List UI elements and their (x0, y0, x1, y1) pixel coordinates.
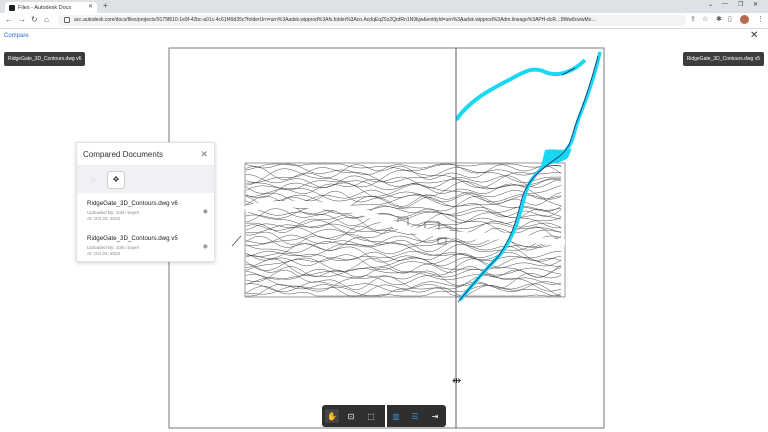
panel-close-icon[interactable]: ✕ (200, 149, 208, 160)
list-item[interactable]: RidgeGate_3D_Contours.dwg v6 Uploaded By… (77, 193, 214, 228)
document-date: At: Oct 24, 2022 (87, 216, 121, 221)
move-icon[interactable]: ✥ (107, 170, 125, 189)
fit-to-view-icon[interactable]: ⊡ (344, 409, 358, 423)
toolbar-divider (385, 405, 387, 427)
side-by-side-icon[interactable]: ▥ (389, 409, 403, 423)
document-name: RidgeGate_3D_Contours.dwg v6 (87, 200, 178, 207)
list-item[interactable]: RidgeGate_3D_Contours.dwg v5 Uploaded By… (77, 228, 214, 263)
visibility-eye-icon[interactable]: ◉ (203, 208, 208, 215)
panel-title: Compared Documents (83, 149, 164, 159)
pin-icon[interactable]: ◌ (85, 172, 101, 188)
panel-header: Compared Documents ✕ (77, 143, 214, 166)
split-resize-handle-icon[interactable]: ⇹ (452, 374, 461, 387)
zoom-window-icon[interactable]: ⬚ (364, 409, 378, 423)
viewer-toolbar: ✋ ⊡ ⬚ ▥ ☰ ⇥ (322, 405, 446, 427)
right-document-label: RidgeGate_3D_Contours.dwg v5 (682, 52, 764, 66)
document-date: At: Oct 24, 2022 (87, 251, 121, 256)
exit-compare-icon[interactable]: ⇥ (428, 409, 442, 423)
pan-hand-icon[interactable]: ✋ (325, 409, 339, 423)
panel-toolbar: ◌ ✥ (77, 166, 214, 193)
layers-list-icon[interactable]: ☰ (408, 409, 422, 423)
compared-documents-panel: Compared Documents ✕ ◌ ✥ RidgeGate_3D_Co… (76, 142, 215, 262)
left-document-label: RidgeGate_3D_Contours.dwg v6 (4, 52, 86, 66)
document-name: RidgeGate_3D_Contours.dwg v5 (87, 235, 178, 242)
visibility-eye-icon[interactable]: ◉ (203, 243, 208, 250)
